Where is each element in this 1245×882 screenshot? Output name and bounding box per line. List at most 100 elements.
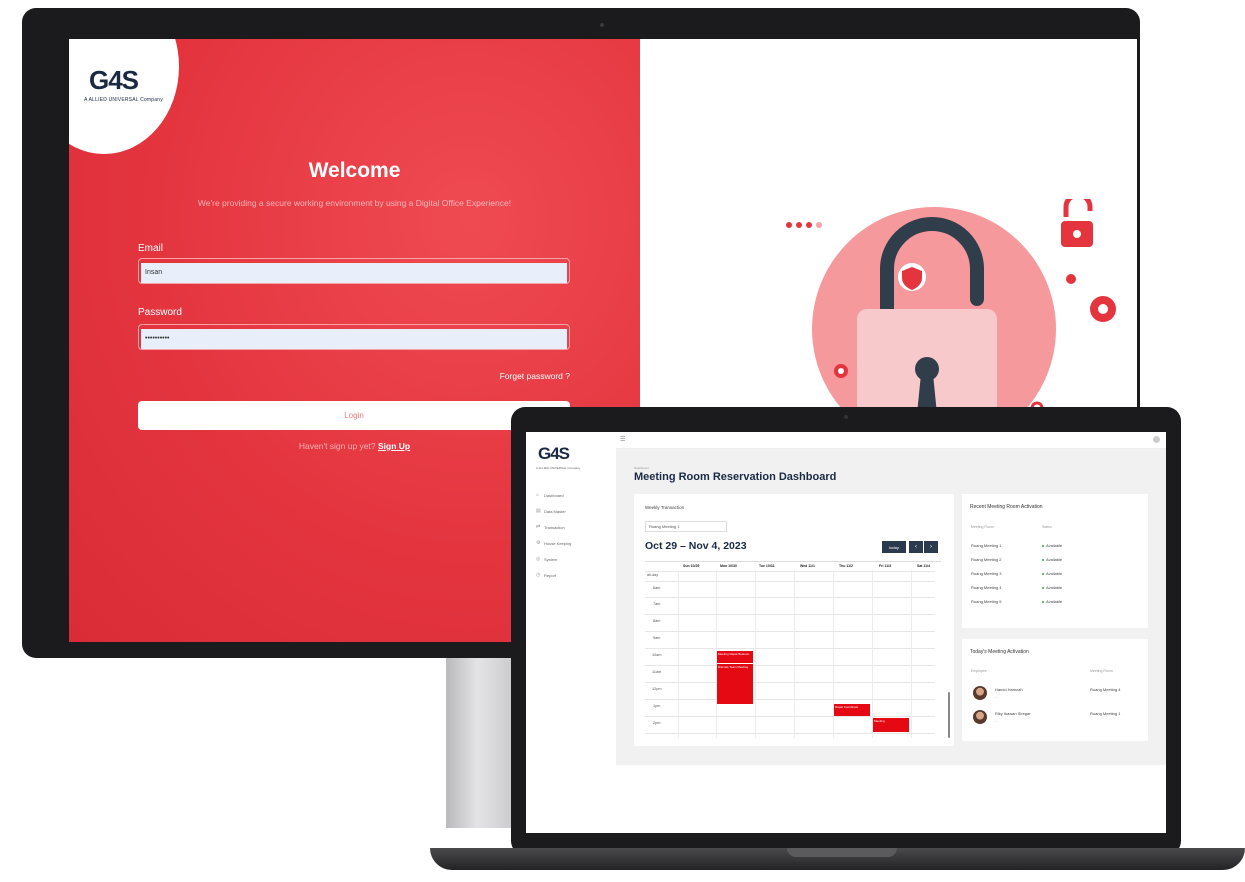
email-label: Email: [138, 243, 164, 254]
logo-text: G4S: [89, 65, 139, 95]
time-label: 2pm: [653, 721, 661, 725]
sidebar: G4S A ALLIED UNIVERSAL Company ⌂ Dashboar…: [526, 432, 616, 833]
status-dot: [1042, 544, 1044, 547]
sidebar-item-report[interactable]: ◷ Report: [536, 567, 571, 583]
page-title: Meeting Room Reservation Dashboard: [634, 471, 837, 483]
logo-subtitle: A ALLIED UNIVERSAL Company: [536, 466, 581, 470]
email-field-wrapper: [138, 258, 570, 284]
laptop-notch: [787, 848, 897, 857]
time-label: 6am: [653, 586, 661, 590]
sidebar-item-label: System: [544, 556, 558, 562]
status-text: Available: [1046, 543, 1063, 548]
room-name: Ruang Meeting 1: [1090, 711, 1121, 716]
menu-toggle-icon[interactable]: ☰: [620, 436, 625, 443]
user-avatar-icon[interactable]: [1153, 436, 1160, 443]
password-label: Password: [138, 307, 182, 318]
grid-line: [794, 570, 795, 738]
status-cell: Available: [1042, 585, 1062, 590]
room-select[interactable]: Ruang Meeting 1: [645, 521, 727, 532]
login-button[interactable]: Login: [138, 401, 570, 430]
calendar-caption: Weekly Transaction: [645, 505, 685, 510]
grid-line: [645, 682, 935, 683]
grid-line: [645, 716, 935, 717]
forgot-password-link[interactable]: Forget password ?: [500, 371, 570, 381]
welcome-title: Welcome: [308, 159, 401, 182]
sidebar-item-label: Dashboard: [544, 492, 564, 498]
system-icon: ◎: [536, 556, 541, 562]
status-text: Available: [1046, 557, 1063, 562]
sidebar-item-label: Data Master: [544, 508, 566, 514]
monitor-stand: [446, 658, 516, 828]
time-label: 9am: [653, 636, 661, 640]
avatar: [973, 710, 987, 724]
email-field[interactable]: [141, 262, 567, 283]
sidebar-item-house-keeping[interactable]: ⚙ House Keeping: [536, 535, 571, 551]
calendar-scrollbar[interactable]: [948, 692, 950, 738]
time-label: all-day: [647, 573, 659, 577]
main-content: Dashboard Meeting Room Reservation Dashb…: [616, 449, 1166, 765]
time-label: 10am: [652, 653, 662, 657]
sidebar-item-label: Transaction: [544, 524, 565, 530]
home-icon: ⌂: [536, 492, 540, 498]
calendar-range: Oct 29 – Nov 4, 2023: [645, 540, 747, 552]
status-text: Available: [1046, 585, 1063, 590]
gear-icon: ⚙: [536, 540, 541, 546]
employee-name: Riky Ikawan Siregar: [995, 711, 1031, 716]
time-label: 12pm: [652, 687, 662, 691]
sidebar-item-label: Report: [544, 572, 557, 578]
sidebar-item-system[interactable]: ◎ System: [536, 551, 571, 567]
breadcrumb[interactable]: Dashboard: [634, 466, 649, 470]
signup-link[interactable]: Sign Up: [378, 441, 410, 451]
day-header: Wed 11/1: [800, 564, 815, 568]
report-icon: ◷: [536, 572, 541, 578]
employee-detail: —: [995, 695, 998, 699]
password-field[interactable]: [141, 328, 567, 349]
room-name: Ruang Meeting 4: [1090, 687, 1121, 692]
day-header: Thu 11/2: [839, 564, 854, 568]
calendar-event[interactable]: Discuss Team Meeting: [717, 664, 753, 704]
grid-line: [872, 570, 873, 738]
weekly-calendar-card: Weekly Transaction Ruang Meeting 1 Oct 2…: [634, 494, 954, 746]
sidebar-item-transaction[interactable]: ⇄ Transaction: [536, 519, 571, 535]
grid-line: [645, 597, 935, 598]
status-dot: [1042, 572, 1044, 575]
status-cell: Available: [1042, 557, 1062, 562]
grid-line: [645, 614, 935, 615]
grid-line: [645, 699, 935, 700]
employee-name: Hamid Hamzah: [995, 687, 1023, 692]
swap-icon: ⇄: [536, 524, 541, 530]
calendar-event[interactable]: Meeting: [873, 718, 909, 732]
room-name: Ruang Meeting 1: [971, 543, 1002, 548]
grid-line: [645, 571, 935, 572]
grid-line: [911, 570, 912, 738]
day-header: Sat 11/4: [917, 564, 931, 568]
calendar-event[interactable]: Rapat Koordinasi: [834, 704, 870, 716]
card-title: Recent Meeting Room Activation: [970, 504, 1043, 510]
sidebar-item-dashboard[interactable]: ⌂ Dashboard: [536, 487, 571, 503]
column-header: Employee: [971, 669, 987, 673]
grid-line: [678, 570, 679, 738]
time-label: 1pm: [653, 704, 661, 708]
day-header: Tue 10/31: [759, 564, 775, 568]
employee-detail: —: [995, 719, 998, 723]
password-field-wrapper: [138, 324, 570, 350]
status-text: Available: [1046, 599, 1063, 604]
today-button[interactable]: today: [882, 541, 906, 553]
room-name: Ruang Meeting 2: [971, 557, 1002, 562]
recent-activation-card: Recent Meeting Room Activation Meeting R…: [962, 494, 1148, 628]
status-dot: [1042, 558, 1044, 561]
next-week-button[interactable]: ›: [924, 541, 938, 553]
avatar: [973, 686, 987, 700]
device-mockup: G4S A ALLIED UNIVERSAL Company Welcome W…: [0, 0, 1245, 882]
laptop-camera: [844, 415, 848, 419]
status-dot: [1042, 600, 1044, 603]
calendar-event[interactable]: Meeting Rapat Bulanan: [717, 651, 753, 663]
column-header: Meeting Room: [971, 525, 994, 529]
status-text: Available: [1046, 571, 1063, 576]
time-label: 8am: [653, 619, 661, 623]
sidebar-item-data-master[interactable]: ▤ Data Master: [536, 503, 571, 519]
grid-line: [645, 733, 935, 734]
prev-week-button[interactable]: ‹: [909, 541, 923, 553]
calendar-grid: Sun 10/29 Mon 10/30 Tue 10/31 Wed 11/1 T…: [645, 561, 950, 738]
welcome-subtitle: We're providing a secure working environ…: [197, 198, 512, 208]
